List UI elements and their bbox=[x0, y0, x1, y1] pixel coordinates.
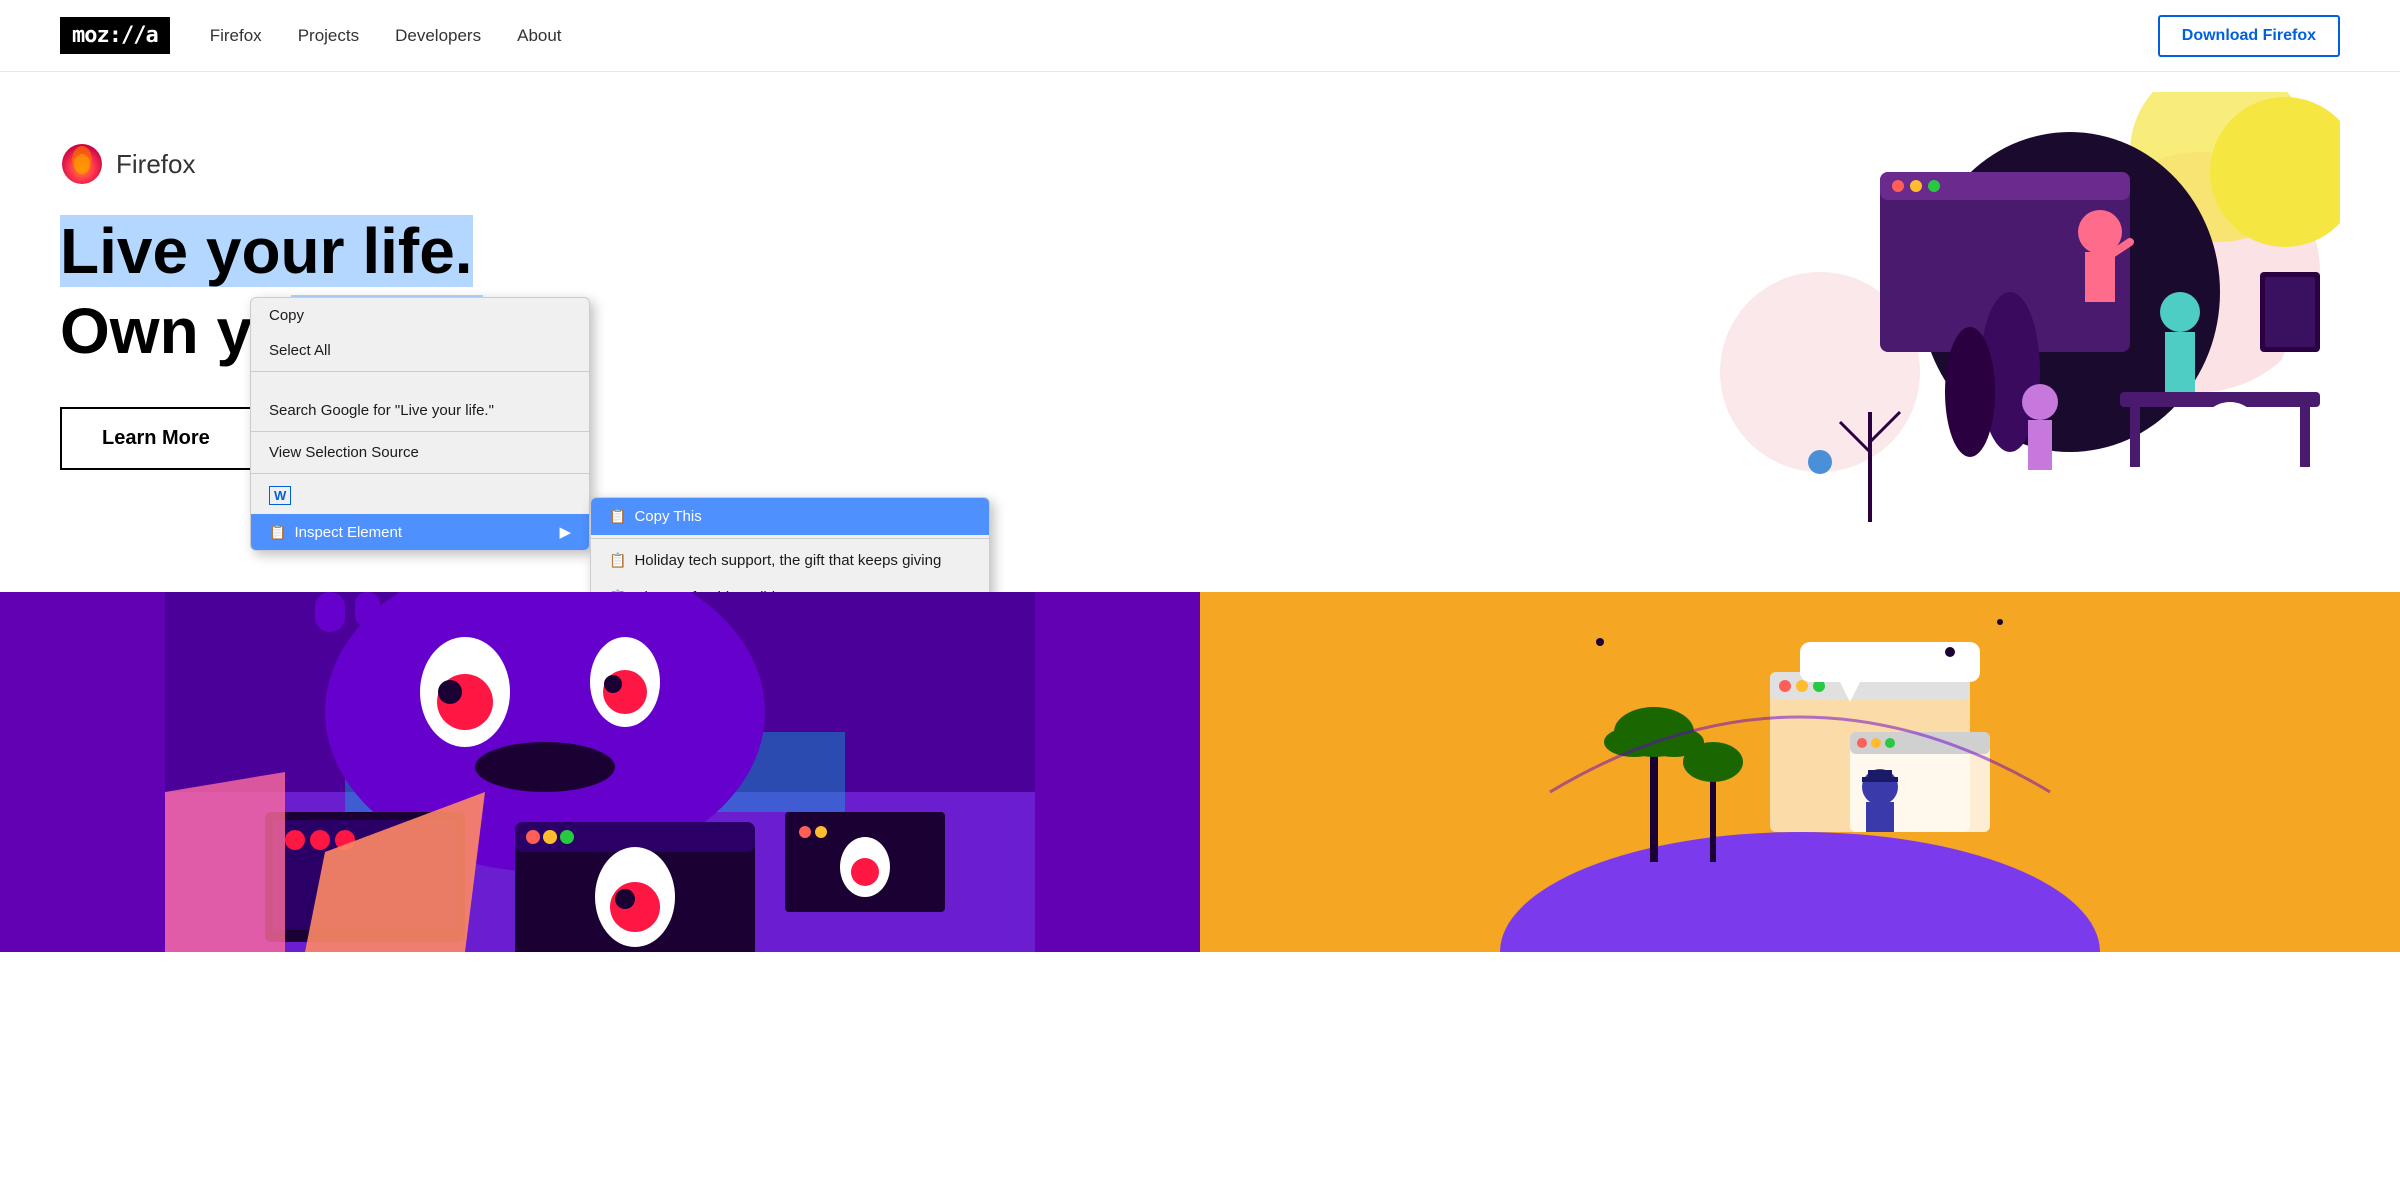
multicopy-arrow: ▶ bbox=[559, 523, 571, 541]
nav-left: moz://a Firefox Projects Developers Abou… bbox=[60, 17, 562, 54]
nav-developers[interactable]: Developers bbox=[395, 26, 481, 46]
cm-sep-1 bbox=[251, 371, 589, 372]
headline-highlight: Live your life. bbox=[60, 215, 473, 287]
bottom-left-panel bbox=[0, 592, 1200, 952]
firefox-brand-label: Firefox bbox=[116, 149, 195, 180]
hero-svg bbox=[1620, 92, 2340, 562]
hero-section: Firefox Live your life. Own your life. L… bbox=[0, 72, 2400, 592]
cm-select-all[interactable]: Select All bbox=[251, 333, 589, 368]
learn-more-button[interactable]: Learn More bbox=[60, 407, 252, 470]
cm-select-all-label: Select All bbox=[269, 342, 331, 359]
cm-multicopy[interactable]: 📋 Inspect Element ▶ bbox=[251, 514, 589, 550]
submenu-item-1[interactable]: 📋 Holiday tech support, the gift that ke… bbox=[591, 542, 989, 579]
cm-view-source-label: Search Google for "Live your life." bbox=[269, 402, 494, 419]
nav-links: Firefox Projects Developers About bbox=[210, 26, 562, 46]
multicopy-icon: 📋 bbox=[269, 524, 286, 541]
nav-firefox[interactable]: Firefox bbox=[210, 26, 262, 46]
mozilla-logo[interactable]: moz://a bbox=[60, 17, 170, 54]
cm-sep-3 bbox=[251, 473, 589, 474]
bottom-right-panel bbox=[1200, 592, 2400, 952]
submenu-copy-this[interactable]: 📋 Copy This bbox=[591, 498, 989, 535]
download-firefox-button[interactable]: Download Firefox bbox=[2158, 15, 2340, 57]
hero-headline: Live your life. bbox=[60, 216, 560, 286]
context-submenu[interactable]: 📋 Copy This 📋 Holiday tech support, the … bbox=[590, 497, 990, 592]
nav-projects[interactable]: Projects bbox=[298, 26, 359, 46]
firefox-logo-icon bbox=[60, 142, 104, 186]
cm-copy[interactable]: Copy bbox=[251, 298, 589, 333]
firefox-brand: Firefox bbox=[60, 142, 560, 186]
submenu-item-2[interactable]: 📋 Shop Safe This Holiday Season bbox=[591, 579, 989, 592]
cm-inspect-label: View Selection Source bbox=[269, 444, 419, 461]
cm-view-source[interactable]: Search Google for "Live your life." bbox=[251, 393, 589, 428]
word-count-icon: W bbox=[269, 486, 291, 505]
submenu-copy-this-label: Copy This bbox=[634, 508, 701, 525]
cm-search-google[interactable] bbox=[251, 375, 589, 393]
cm-multicopy-label: Inspect Element bbox=[294, 524, 402, 541]
submenu-item1-label: Holiday tech support, the gift that keep… bbox=[634, 552, 941, 569]
submenu-item2-label: Shop Safe This Holiday Season bbox=[634, 589, 846, 592]
context-menu-wrapper: Copy Select All Search Google for "Live … bbox=[250, 297, 590, 551]
cm-inspect[interactable]: View Selection Source bbox=[251, 435, 589, 470]
bottom-right-svg bbox=[1200, 592, 2400, 952]
cm-word-count[interactable]: W bbox=[251, 477, 589, 514]
context-menu[interactable]: Copy Select All Search Google for "Live … bbox=[250, 297, 590, 551]
submenu-item1-icon: 📋 bbox=[609, 552, 626, 569]
submenu-item2-icon: 📋 bbox=[609, 589, 626, 592]
submenu-sep bbox=[591, 538, 989, 539]
hero-illustration bbox=[560, 92, 2340, 562]
bottom-section bbox=[0, 592, 2400, 952]
cm-copy-label: Copy bbox=[269, 307, 304, 324]
nav-about[interactable]: About bbox=[517, 26, 561, 46]
cm-sep-2 bbox=[251, 431, 589, 432]
navigation: moz://a Firefox Projects Developers Abou… bbox=[0, 0, 2400, 72]
bottom-left-svg bbox=[0, 592, 1200, 952]
submenu-copy-icon: 📋 bbox=[609, 508, 626, 525]
